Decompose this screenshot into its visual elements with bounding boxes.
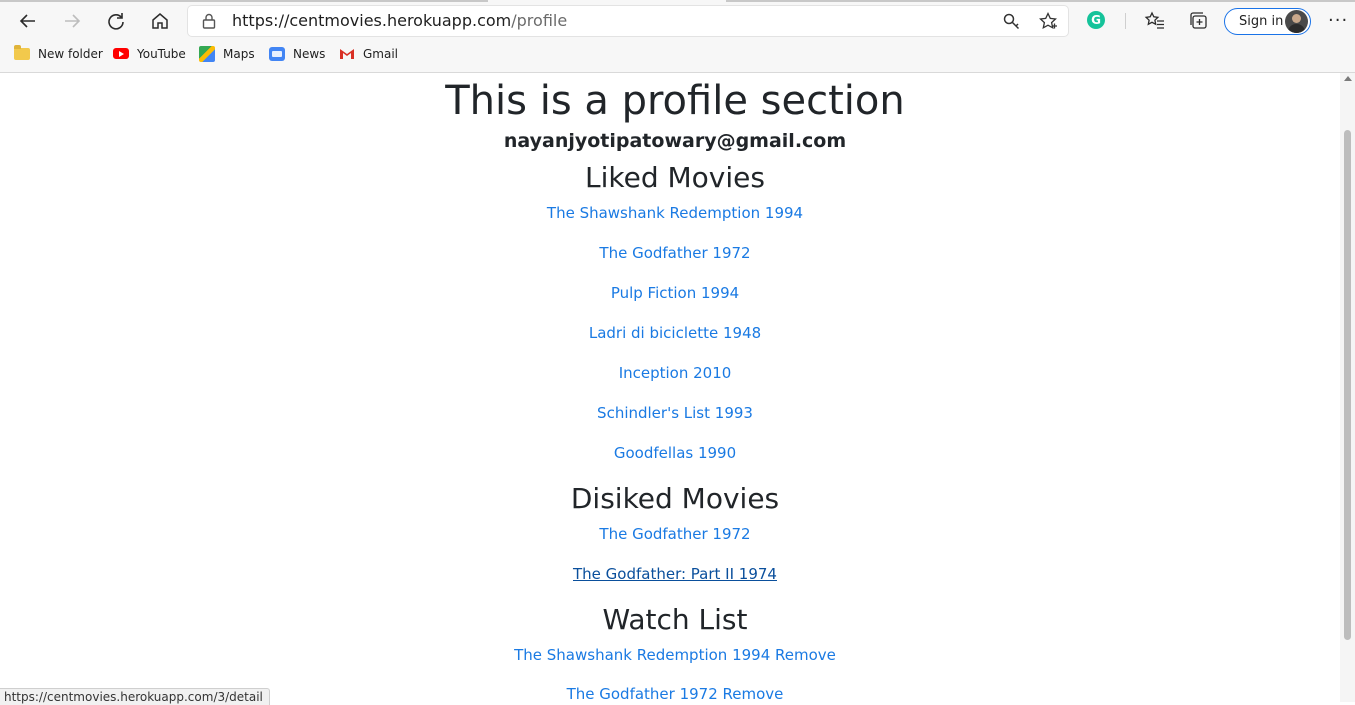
browser-toolbar: https://centmovies.herokuapp.com/profile…	[0, 0, 1355, 73]
scroll-up-arrow-icon[interactable]	[1344, 76, 1352, 81]
gmail-icon	[340, 49, 354, 59]
bookmark-label: New folder	[38, 47, 103, 61]
bookmark-label: YouTube	[137, 47, 186, 61]
sign-in-button[interactable]: Sign in	[1224, 8, 1311, 35]
address-bar[interactable]: https://centmovies.herokuapp.com/profile	[188, 6, 1068, 36]
bookmark-label: Gmail	[363, 47, 399, 61]
disliked-movies-heading: Disiked Movies	[570, 482, 780, 515]
bookmark-maps[interactable]: Maps	[199, 44, 255, 64]
news-icon	[269, 47, 285, 61]
disliked-movie-link[interactable]: The Godfather: Part II 1974	[0, 564, 1350, 584]
lock-icon	[202, 13, 216, 29]
toolbar-divider	[1125, 13, 1126, 29]
liked-movie-link[interactable]: Goodfellas 1990	[0, 443, 1350, 463]
tab-strip	[0, 0, 1355, 3]
url-host: https://centmovies.herokuapp.com	[232, 11, 512, 30]
youtube-icon	[113, 48, 129, 59]
disliked-movie-link[interactable]: The Godfather 1972	[0, 524, 1350, 544]
watch-list-heading: Watch List	[602, 603, 748, 636]
collections-icon[interactable]	[1188, 10, 1210, 32]
liked-movie-link[interactable]: Schindler's List 1993	[0, 403, 1350, 423]
refresh-button[interactable]	[100, 6, 132, 36]
scrollbar-thumb[interactable]	[1344, 130, 1351, 640]
liked-movie-link[interactable]: The Godfather 1972	[0, 243, 1350, 263]
forward-arrow-icon	[65, 14, 81, 28]
url-text[interactable]: https://centmovies.herokuapp.com/profile	[232, 11, 567, 30]
liked-movie-link[interactable]: Ladri di biciclette 1948	[0, 323, 1350, 343]
bookmark-youtube[interactable]: YouTube	[113, 44, 186, 64]
more-menu-icon[interactable]: ···	[1328, 10, 1348, 31]
back-button[interactable]	[12, 6, 44, 36]
forward-button[interactable]	[56, 6, 88, 36]
avatar	[1285, 10, 1308, 33]
key-icon[interactable]	[1002, 12, 1022, 30]
user-email: nayanjyotipatowary@gmail.com	[503, 130, 847, 152]
bookmark-news[interactable]: News	[269, 44, 325, 64]
liked-movie-link[interactable]: The Shawshank Redemption 1994	[0, 203, 1350, 223]
page-title: This is a profile section	[445, 78, 905, 124]
refresh-icon	[108, 13, 124, 30]
bookmark-new-folder[interactable]: New folder	[14, 44, 103, 64]
back-arrow-icon	[19, 14, 35, 28]
watch-list-link[interactable]: The Shawshank Redemption 1994 Remove	[0, 645, 1350, 665]
profile-page: This is a profile section nayanjyotipato…	[0, 73, 1340, 703]
sign-in-label: Sign in	[1239, 14, 1284, 29]
liked-movie-link[interactable]: Pulp Fiction 1994	[0, 283, 1350, 303]
home-button[interactable]	[144, 6, 176, 36]
folder-icon	[14, 45, 30, 60]
home-icon	[152, 13, 168, 29]
liked-movies-heading: Liked Movies	[585, 161, 765, 194]
bookmark-label: News	[293, 47, 326, 61]
link-status-tooltip: https://centmovies.herokuapp.com/3/detai…	[0, 688, 270, 705]
maps-icon	[199, 46, 215, 62]
favorites-icon[interactable]	[1144, 10, 1166, 32]
bookmark-gmail[interactable]: Gmail	[339, 44, 398, 64]
vertical-scrollbar[interactable]	[1340, 73, 1355, 702]
liked-movie-link[interactable]: Inception 2010	[0, 363, 1350, 383]
grammarly-extension-icon[interactable]: G	[1087, 11, 1105, 29]
bookmark-label: Maps	[223, 47, 255, 61]
url-path: /profile	[511, 11, 568, 30]
bookmarks-bar: New folder YouTube Maps News Gmail	[0, 44, 1355, 64]
favorite-star-icon[interactable]	[1038, 11, 1058, 31]
